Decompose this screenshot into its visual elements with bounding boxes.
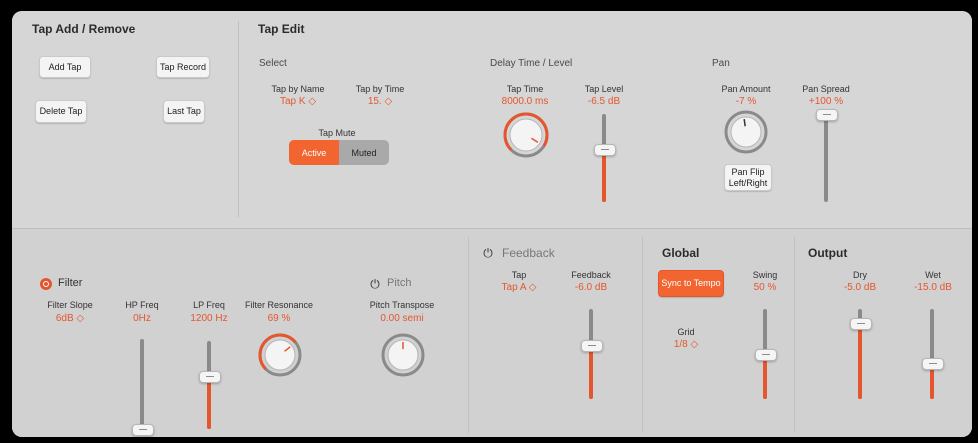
tap-add-remove-title: Tap Add / Remove [32,22,136,36]
feedback-power-icon[interactable]: ⏻ [482,247,494,259]
bottom-section: Filter Filter Slope 6dB ◇ HP Freq 0Hz LP… [12,228,972,437]
tap-mute-label: Tap Mute [318,128,356,138]
last-tap-button[interactable]: Last Tap [163,100,205,123]
lp-freq-value: 1200 Hz [190,313,228,324]
pitch-transpose-knob[interactable] [380,332,426,378]
tap-by-time-select[interactable]: 15. ◇ [345,96,415,107]
filter-resonance-label: Filter Resonance [244,300,314,310]
divider [794,237,795,433]
hp-freq-label: HP Freq [125,300,159,310]
tap-by-name-select[interactable]: Tap K ◇ [262,96,334,107]
tap-by-time-label: Tap by Time [355,84,405,94]
feedback-tap-label: Tap [511,270,527,280]
tap-level-label: Tap Level [584,84,624,94]
wet-slider[interactable] [922,358,944,370]
tap-level-fill [602,149,606,202]
swing-label: Swing [752,270,778,280]
tap-time-knob[interactable] [502,111,550,159]
filter-power-icon[interactable] [40,278,52,290]
feedback-slider[interactable] [581,340,603,352]
pan-spread-slider[interactable] [816,109,838,121]
sync-to-tempo-button[interactable]: Sync to Tempo [658,270,724,297]
pan-heading: Pan [712,58,730,69]
global-title: Global [662,246,700,260]
feedback-title: Feedback [502,246,555,260]
lp-freq-slider[interactable] [199,371,221,384]
add-tap-button[interactable]: Add Tap [39,56,91,78]
filter-slope-select[interactable]: 6dB ◇ [40,313,100,324]
pan-spread-label: Pan Spread [802,84,850,94]
feedback-label: Feedback [571,270,611,280]
top-section: Tap Add / Remove Add Tap Tap Record Dele… [12,11,972,228]
dry-value: -5.0 dB [843,282,877,293]
feedback-fill [589,345,593,399]
hp-freq-value: 0Hz [133,313,151,324]
tap-mute-toggle: Active Muted [289,140,389,165]
pitch-transpose-label: Pitch Transpose [369,300,435,310]
delay-time-level-heading: Delay Time / Level [490,58,573,69]
swing-slider[interactable] [755,349,777,361]
wet-value: -15.0 dB [914,282,952,293]
hp-freq-slider[interactable] [132,424,154,436]
divider [468,237,469,433]
tap-edit-title: Tap Edit [258,22,305,36]
delete-tap-button[interactable]: Delete Tap [35,100,87,123]
pitch-title: Pitch [387,277,412,289]
divider [238,21,239,217]
pan-spread-track [824,114,828,202]
pan-amount-knob[interactable] [723,109,769,155]
hp-freq-track [140,339,144,429]
tap-mute-muted-option[interactable]: Muted [339,140,389,165]
tap-by-name-label: Tap by Name [271,84,325,94]
lp-freq-label: LP Freq [193,300,225,310]
filter-slope-label: Filter Slope [47,300,93,310]
tap-time-label: Tap Time [506,84,544,94]
feedback-tap-select[interactable]: Tap A ◇ [494,282,544,293]
dry-slider[interactable] [850,317,872,330]
swing-value: 50 % [753,282,777,293]
plugin-panel: Tap Add / Remove Add Tap Tap Record Dele… [12,11,972,437]
lp-freq-fill [207,376,211,429]
filter-title: Filter [58,277,83,289]
pitch-transpose-value: 0.00 semi [380,313,424,324]
app-frame: Tap Add / Remove Add Tap Tap Record Dele… [0,0,978,443]
pitch-power-icon[interactable]: ⏻ [369,278,381,290]
tap-mute-active-option[interactable]: Active [289,140,339,165]
pan-spread-value: +100 % [808,96,844,107]
tap-level-value: -6.5 dB [587,96,621,107]
tap-level-slider[interactable] [594,144,616,157]
grid-label: Grid [677,327,695,337]
pan-amount-value: -7 % [735,96,757,107]
filter-resonance-value: 69 % [267,313,291,324]
tap-record-button[interactable]: Tap Record [156,56,210,78]
feedback-value: -6.0 dB [574,282,608,293]
dry-label: Dry [853,270,867,280]
pan-amount-label: Pan Amount [721,84,771,94]
dry-fill [858,322,862,399]
tap-time-value: 8000.0 ms [501,96,549,107]
select-heading: Select [259,58,287,69]
filter-resonance-knob[interactable] [257,332,303,378]
output-title: Output [808,246,848,260]
wet-label: Wet [925,270,941,280]
divider [642,237,643,433]
grid-select[interactable]: 1/8 ◇ [661,339,711,350]
pan-flip-button[interactable]: Pan Flip Left/Right [724,164,772,191]
